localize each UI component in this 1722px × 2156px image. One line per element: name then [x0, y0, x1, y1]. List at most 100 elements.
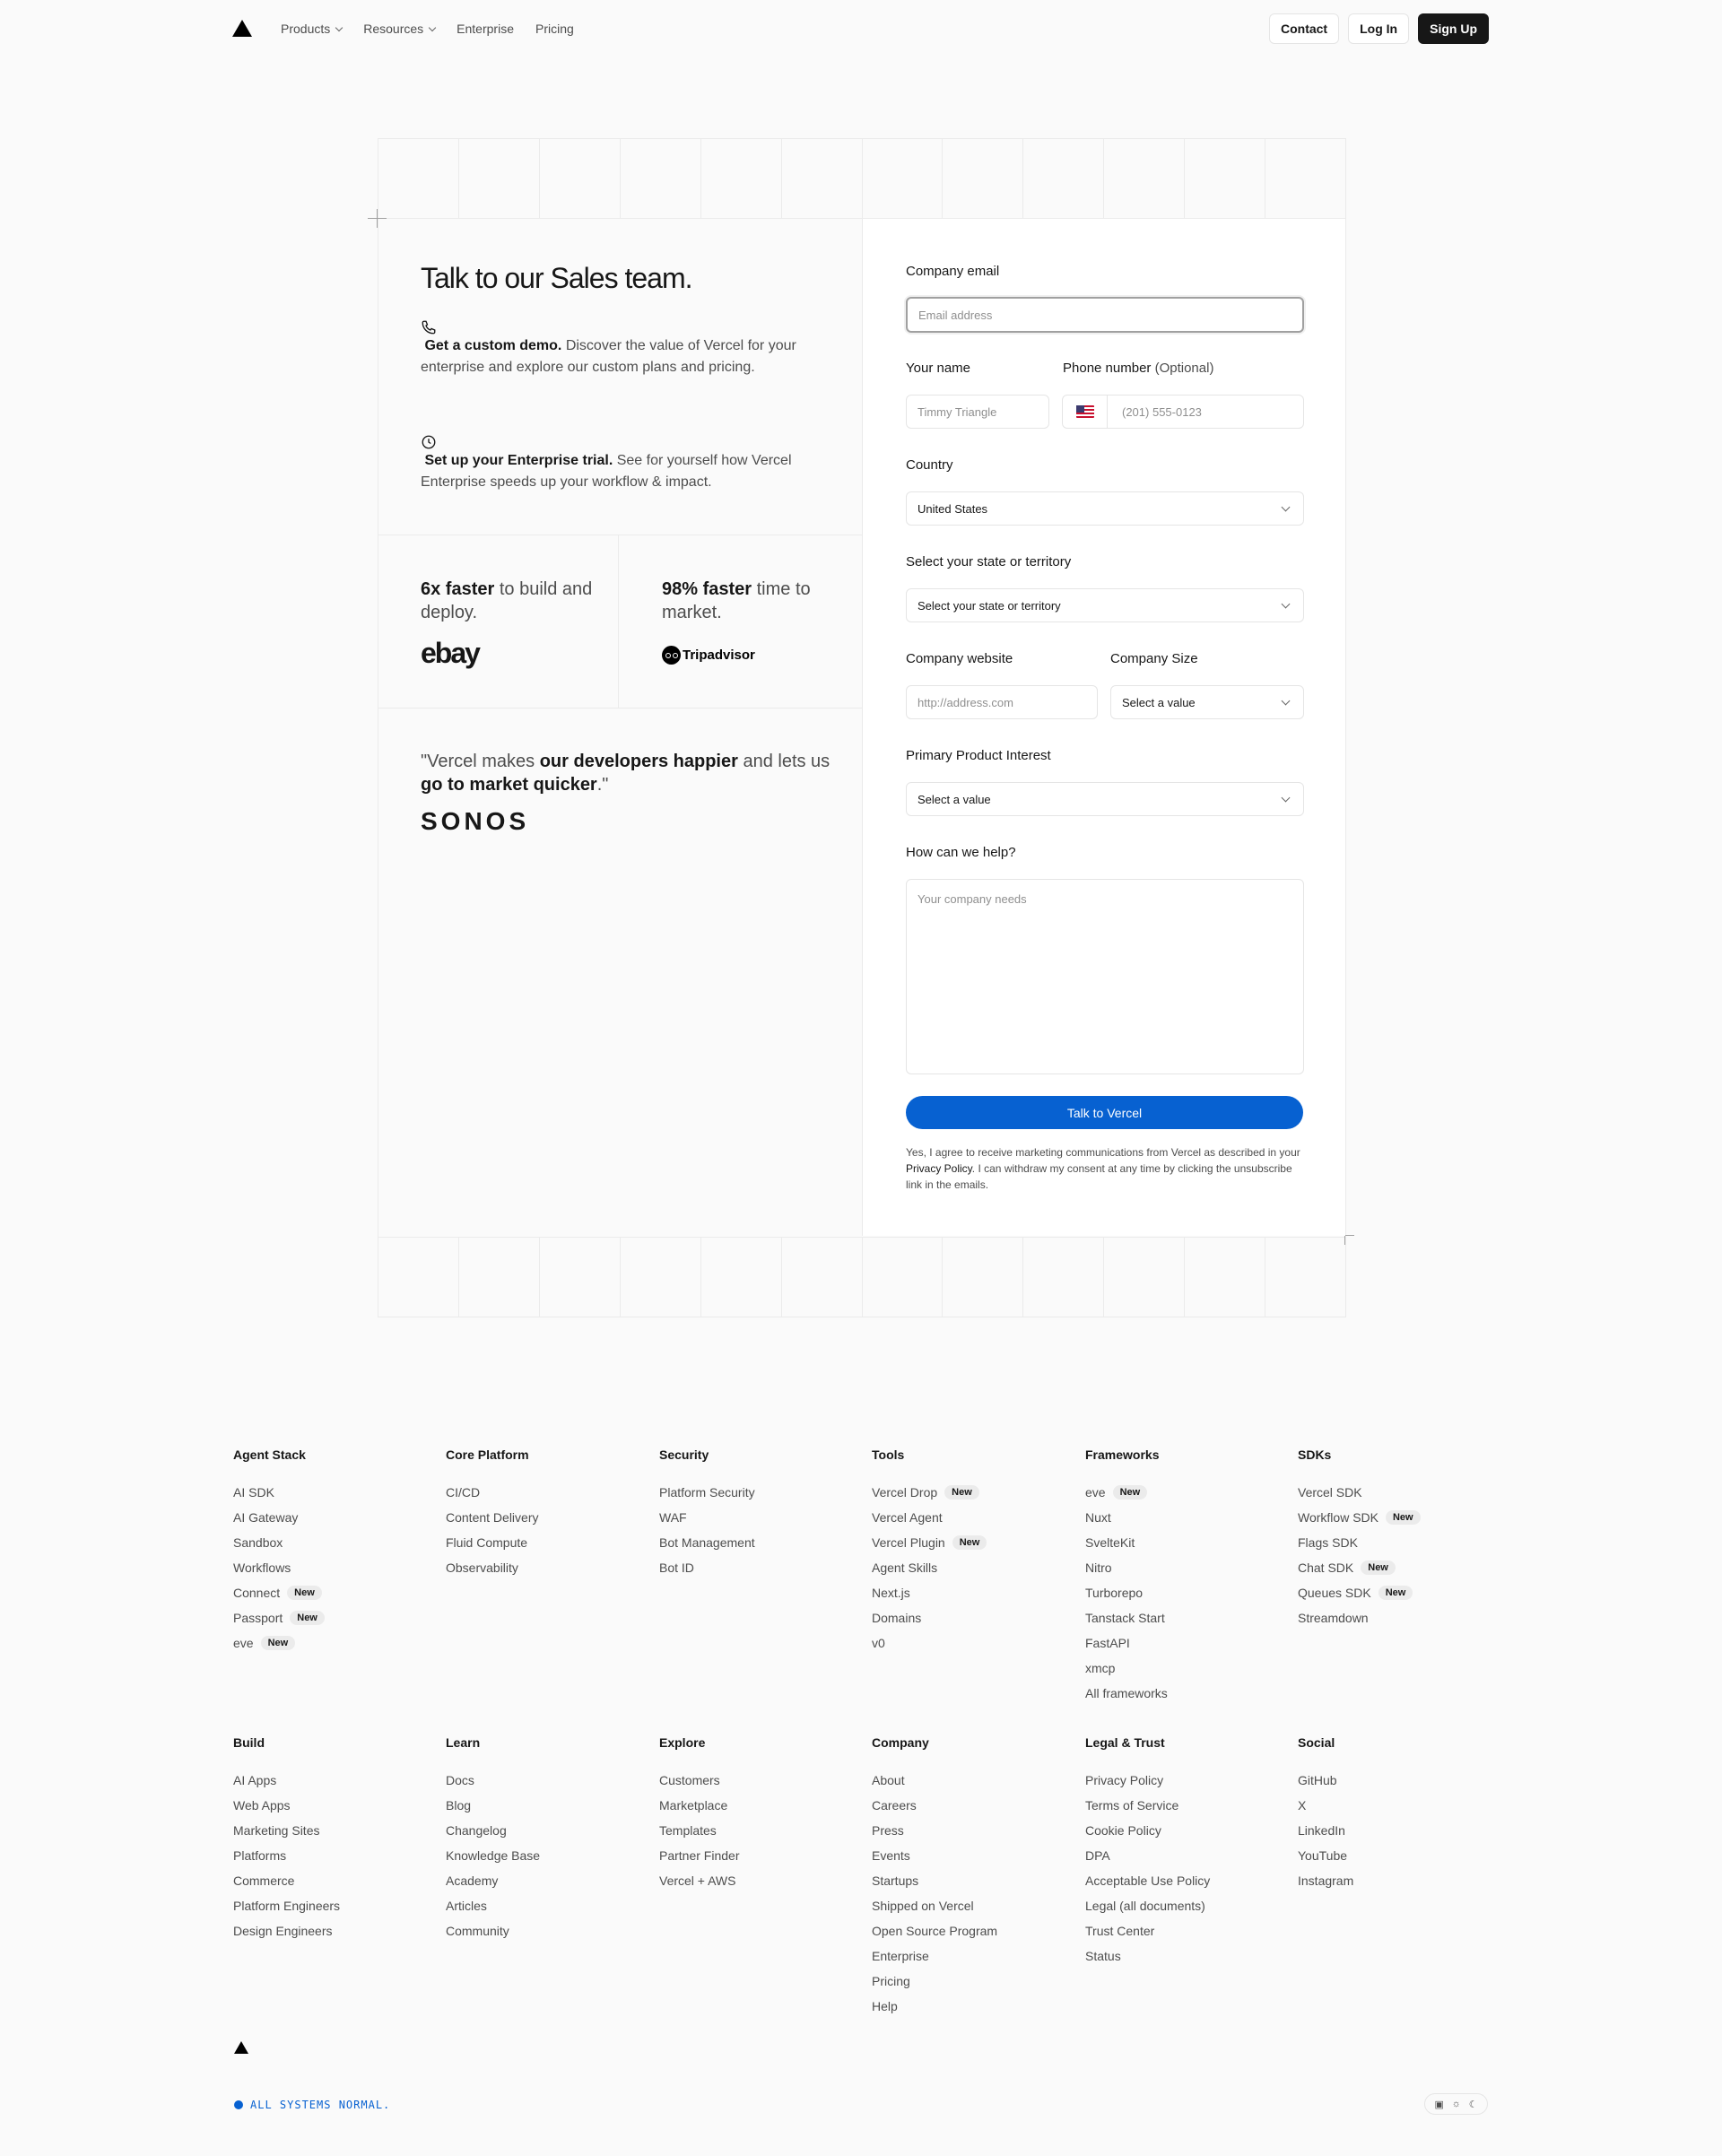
- footer-link[interactable]: Domains: [872, 1605, 1069, 1630]
- footer-link[interactable]: Shipped on Vercel: [872, 1893, 1069, 1918]
- footer-link[interactable]: Chat SDK New: [1298, 1555, 1495, 1580]
- nav-products[interactable]: Products: [281, 20, 344, 38]
- footer-link[interactable]: Trust Center: [1085, 1918, 1283, 1943]
- privacy-policy-link[interactable]: Privacy Policy: [906, 1162, 972, 1175]
- footer-link[interactable]: Academy: [446, 1868, 643, 1893]
- company-size-select[interactable]: Select a value: [1110, 685, 1304, 719]
- footer-link[interactable]: X: [1298, 1793, 1495, 1818]
- footer-link[interactable]: Marketing Sites: [233, 1818, 430, 1843]
- footer-link[interactable]: DPA: [1085, 1843, 1283, 1868]
- footer-link[interactable]: Careers: [872, 1793, 1069, 1818]
- footer-link[interactable]: Streamdown: [1298, 1605, 1495, 1630]
- nav-resources[interactable]: Resources: [363, 20, 437, 38]
- footer-link[interactable]: v0: [872, 1630, 1069, 1656]
- footer-link[interactable]: Help: [872, 1994, 1069, 2019]
- footer-link[interactable]: Nuxt: [1085, 1505, 1283, 1530]
- footer-link[interactable]: Status: [1085, 1943, 1283, 1969]
- system-status[interactable]: ALL SYSTEMS NORMAL.: [234, 2099, 390, 2111]
- footer-link[interactable]: Acceptable Use Policy: [1085, 1868, 1283, 1893]
- footer-link[interactable]: Vercel SDK: [1298, 1480, 1495, 1505]
- footer-link[interactable]: Turborepo: [1085, 1580, 1283, 1605]
- footer-link[interactable]: Web Apps: [233, 1793, 430, 1818]
- phone-input[interactable]: (201) 555-0123: [1062, 395, 1304, 429]
- footer-link[interactable]: AI Apps: [233, 1768, 430, 1793]
- footer-link[interactable]: Design Engineers: [233, 1918, 430, 1943]
- website-input[interactable]: http://address.com: [906, 685, 1098, 719]
- footer-link[interactable]: Changelog: [446, 1818, 643, 1843]
- footer-link[interactable]: Workflow SDK New: [1298, 1505, 1495, 1530]
- footer-link[interactable]: Events: [872, 1843, 1069, 1868]
- talk-to-vercel-button[interactable]: Talk to Vercel: [906, 1096, 1303, 1129]
- footer-link[interactable]: Instagram: [1298, 1868, 1495, 1893]
- vercel-logo-icon[interactable]: [232, 20, 252, 37]
- moon-icon[interactable]: ☾: [1469, 2099, 1478, 2110]
- login-button[interactable]: Log In: [1348, 13, 1410, 44]
- footer-link[interactable]: Platform Engineers: [233, 1893, 430, 1918]
- footer-link[interactable]: SvelteKit: [1085, 1530, 1283, 1555]
- footer-link[interactable]: eve New: [1085, 1480, 1283, 1505]
- vercel-logo-icon[interactable]: [234, 2041, 248, 2054]
- footer-link[interactable]: Observability: [446, 1555, 643, 1580]
- name-input[interactable]: Timmy Triangle: [906, 395, 1049, 429]
- footer-link[interactable]: Customers: [659, 1768, 857, 1793]
- footer-link[interactable]: AI SDK: [233, 1480, 430, 1505]
- email-input[interactable]: Email address: [906, 297, 1304, 333]
- footer-link[interactable]: Sandbox: [233, 1530, 430, 1555]
- footer-link[interactable]: Content Delivery: [446, 1505, 643, 1530]
- footer-link[interactable]: Enterprise: [872, 1943, 1069, 1969]
- footer-link[interactable]: Platforms: [233, 1843, 430, 1868]
- footer-link[interactable]: Agent Skills: [872, 1555, 1069, 1580]
- footer-link[interactable]: YouTube: [1298, 1843, 1495, 1868]
- country-select[interactable]: United States: [906, 491, 1304, 526]
- footer-link[interactable]: Bot Management: [659, 1530, 857, 1555]
- signup-button[interactable]: Sign Up: [1418, 13, 1489, 44]
- monitor-icon[interactable]: ▣: [1434, 2099, 1443, 2110]
- footer-link[interactable]: xmcp: [1085, 1656, 1283, 1681]
- footer-link[interactable]: Cookie Policy: [1085, 1818, 1283, 1843]
- footer-link[interactable]: Nitro: [1085, 1555, 1283, 1580]
- footer-link[interactable]: CI/CD: [446, 1480, 643, 1505]
- footer-link[interactable]: Legal (all documents): [1085, 1893, 1283, 1918]
- footer-link[interactable]: Terms of Service: [1085, 1793, 1283, 1818]
- footer-link[interactable]: Queues SDK New: [1298, 1580, 1495, 1605]
- footer-link[interactable]: Community: [446, 1918, 643, 1943]
- footer-link[interactable]: Vercel + AWS: [659, 1868, 857, 1893]
- footer-link[interactable]: Connect New: [233, 1580, 430, 1605]
- footer-link[interactable]: Press: [872, 1818, 1069, 1843]
- footer-link[interactable]: Bot ID: [659, 1555, 857, 1580]
- contact-button[interactable]: Contact: [1268, 13, 1340, 44]
- footer-link[interactable]: All frameworks: [1085, 1681, 1283, 1706]
- footer-link[interactable]: Pricing: [872, 1969, 1069, 1994]
- product-interest-select[interactable]: Select a value: [906, 782, 1304, 816]
- footer-link[interactable]: Marketplace: [659, 1793, 857, 1818]
- footer-link[interactable]: Flags SDK: [1298, 1530, 1495, 1555]
- sun-icon[interactable]: ☼: [1452, 2099, 1461, 2109]
- footer-link[interactable]: Open Source Program: [872, 1918, 1069, 1943]
- footer-link[interactable]: Vercel Drop New: [872, 1480, 1069, 1505]
- footer-link[interactable]: GitHub: [1298, 1768, 1495, 1793]
- footer-link[interactable]: LinkedIn: [1298, 1818, 1495, 1843]
- footer-link[interactable]: Blog: [446, 1793, 643, 1818]
- footer-link[interactable]: FastAPI: [1085, 1630, 1283, 1656]
- nav-pricing[interactable]: Pricing: [535, 20, 574, 38]
- nav-enterprise[interactable]: Enterprise: [457, 20, 514, 38]
- footer-link[interactable]: Partner Finder: [659, 1843, 857, 1868]
- footer-link[interactable]: Next.js: [872, 1580, 1069, 1605]
- footer-link[interactable]: Vercel Plugin New: [872, 1530, 1069, 1555]
- footer-link[interactable]: AI Gateway: [233, 1505, 430, 1530]
- country-code-selector[interactable]: [1063, 396, 1108, 428]
- footer-link[interactable]: Docs: [446, 1768, 643, 1793]
- footer-link[interactable]: Fluid Compute: [446, 1530, 643, 1555]
- footer-link[interactable]: Commerce: [233, 1868, 430, 1893]
- footer-link[interactable]: Passport New: [233, 1605, 430, 1630]
- footer-link[interactable]: Knowledge Base: [446, 1843, 643, 1868]
- footer-link[interactable]: Startups: [872, 1868, 1069, 1893]
- footer-link[interactable]: Platform Security: [659, 1480, 857, 1505]
- state-select[interactable]: Select your state or territory: [906, 588, 1304, 622]
- footer-link[interactable]: About: [872, 1768, 1069, 1793]
- footer-link[interactable]: Privacy Policy: [1085, 1768, 1283, 1793]
- footer-link[interactable]: Workflows: [233, 1555, 430, 1580]
- footer-link[interactable]: eve New: [233, 1630, 430, 1656]
- footer-link[interactable]: Articles: [446, 1893, 643, 1918]
- footer-link[interactable]: WAF: [659, 1505, 857, 1530]
